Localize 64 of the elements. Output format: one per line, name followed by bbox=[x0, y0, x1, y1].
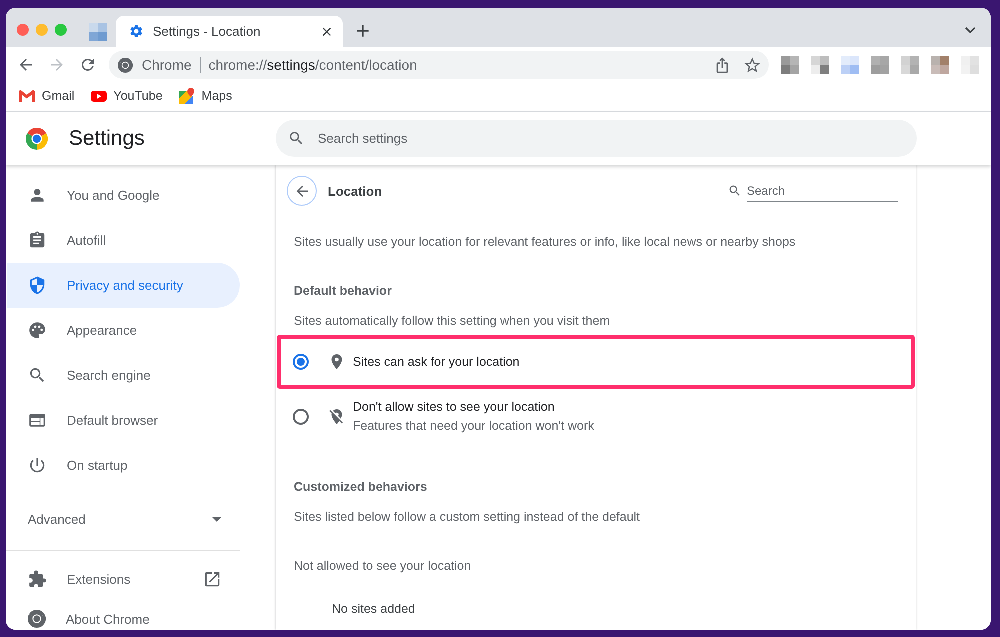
mail-icon bbox=[19, 90, 35, 102]
option-description: Features that need your location won't work bbox=[353, 418, 594, 435]
shield-icon bbox=[28, 276, 47, 295]
browser-window-icon bbox=[28, 411, 47, 430]
nav-item[interactable]: On startup bbox=[7, 443, 240, 488]
clipboard-icon bbox=[28, 231, 47, 250]
settings-title: Settings bbox=[69, 126, 145, 150]
nav-item[interactable]: Privacy and security bbox=[7, 263, 240, 308]
nav-item[interactable]: About Chrome bbox=[7, 599, 240, 630]
browser-logo-icon bbox=[26, 128, 48, 150]
search-field[interactable]: Search bbox=[747, 180, 898, 202]
bookmark-button[interactable]: Gmail bbox=[19, 85, 75, 107]
video-play-icon bbox=[90, 90, 107, 102]
pixelated-icon[interactable] bbox=[811, 56, 829, 74]
forward-arrow-icon bbox=[48, 56, 66, 74]
reload-icon bbox=[79, 56, 97, 74]
palette-icon bbox=[28, 321, 47, 340]
crossed-location-pin-icon bbox=[328, 408, 346, 426]
page-description: Sites usually use your location for relevant features or info, like local news or nearby shops bbox=[294, 234, 797, 250]
search-icon bbox=[28, 366, 47, 385]
option-label: Don't allow sites to see your location bbox=[353, 399, 556, 416]
pixelated-icon[interactable] bbox=[781, 56, 799, 74]
bookmark-button[interactable]: YouTube bbox=[90, 85, 163, 107]
pixelated-icon[interactable] bbox=[841, 56, 859, 74]
person-icon bbox=[28, 186, 47, 205]
search-icon bbox=[288, 130, 305, 147]
section-heading: Default behavior bbox=[294, 283, 393, 299]
page-title: Location bbox=[328, 184, 382, 198]
nav-item[interactable]: You and Google bbox=[7, 173, 240, 218]
nav-item[interactable]: Search engine bbox=[7, 353, 240, 398]
puzzle-piece-icon bbox=[28, 570, 47, 588]
site-label: Chrome bbox=[142, 57, 192, 73]
nav-item[interactable]: Appearance bbox=[7, 308, 240, 353]
chevron-down-icon bbox=[964, 26, 976, 34]
back-button[interactable] bbox=[287, 176, 317, 206]
star-icon bbox=[742, 56, 762, 74]
search-icon bbox=[728, 184, 742, 198]
list-title: Not allowed to see your location bbox=[294, 558, 472, 574]
gear-icon bbox=[129, 24, 144, 39]
pixelated-favicon-icon[interactable] bbox=[89, 22, 107, 40]
power-icon bbox=[28, 456, 47, 475]
address-bar[interactable]: Chrome chrome://settings/content/location bbox=[109, 51, 769, 79]
advanced-button[interactable]: Advanced bbox=[6, 497, 240, 542]
section-description: Sites listed below follow a custom setting instead of the default bbox=[294, 509, 642, 525]
nav-item[interactable]: Autofill bbox=[7, 218, 240, 263]
empty-list-text: No sites added bbox=[332, 601, 416, 617]
bookmark-button[interactable]: Maps bbox=[178, 85, 232, 107]
minimize-window-button[interactable] bbox=[36, 24, 48, 36]
browser-tab[interactable]: Settings - Location bbox=[116, 16, 343, 47]
map-pin-icon bbox=[178, 88, 195, 104]
browser-logo-icon bbox=[118, 58, 133, 72]
close-window-button[interactable] bbox=[17, 24, 29, 36]
section-description: Sites automatically follow this setting when you visit them bbox=[294, 313, 612, 329]
nav-item[interactable]: Default browser bbox=[7, 398, 240, 443]
zoom-window-button[interactable] bbox=[55, 24, 67, 36]
pixelated-icon[interactable] bbox=[901, 56, 919, 74]
nav-item[interactable]: Extensions bbox=[7, 559, 240, 599]
radio-button[interactable] bbox=[293, 354, 309, 370]
pixelated-icon[interactable] bbox=[931, 56, 949, 74]
section-heading: Customized behaviors bbox=[294, 479, 428, 495]
radio-button[interactable] bbox=[293, 409, 309, 425]
search-field[interactable]: Search settings bbox=[276, 120, 917, 157]
option-label: Sites can ask for your location bbox=[353, 354, 520, 371]
url-text: chrome://settings/content/location bbox=[208, 57, 418, 73]
